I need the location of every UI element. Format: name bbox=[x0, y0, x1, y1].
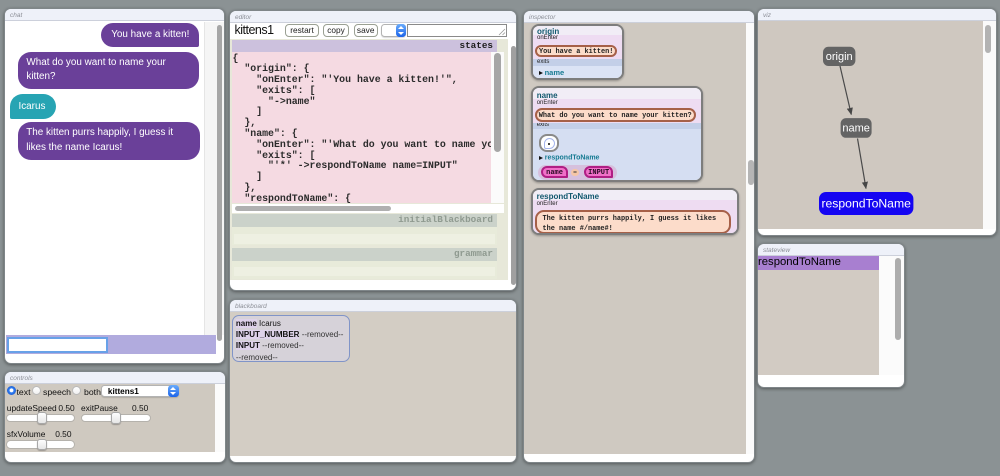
svg-text:origin: origin bbox=[826, 51, 853, 63]
svg-text:name: name bbox=[842, 123, 870, 135]
svg-text:respondToName: respondToName bbox=[821, 197, 911, 211]
